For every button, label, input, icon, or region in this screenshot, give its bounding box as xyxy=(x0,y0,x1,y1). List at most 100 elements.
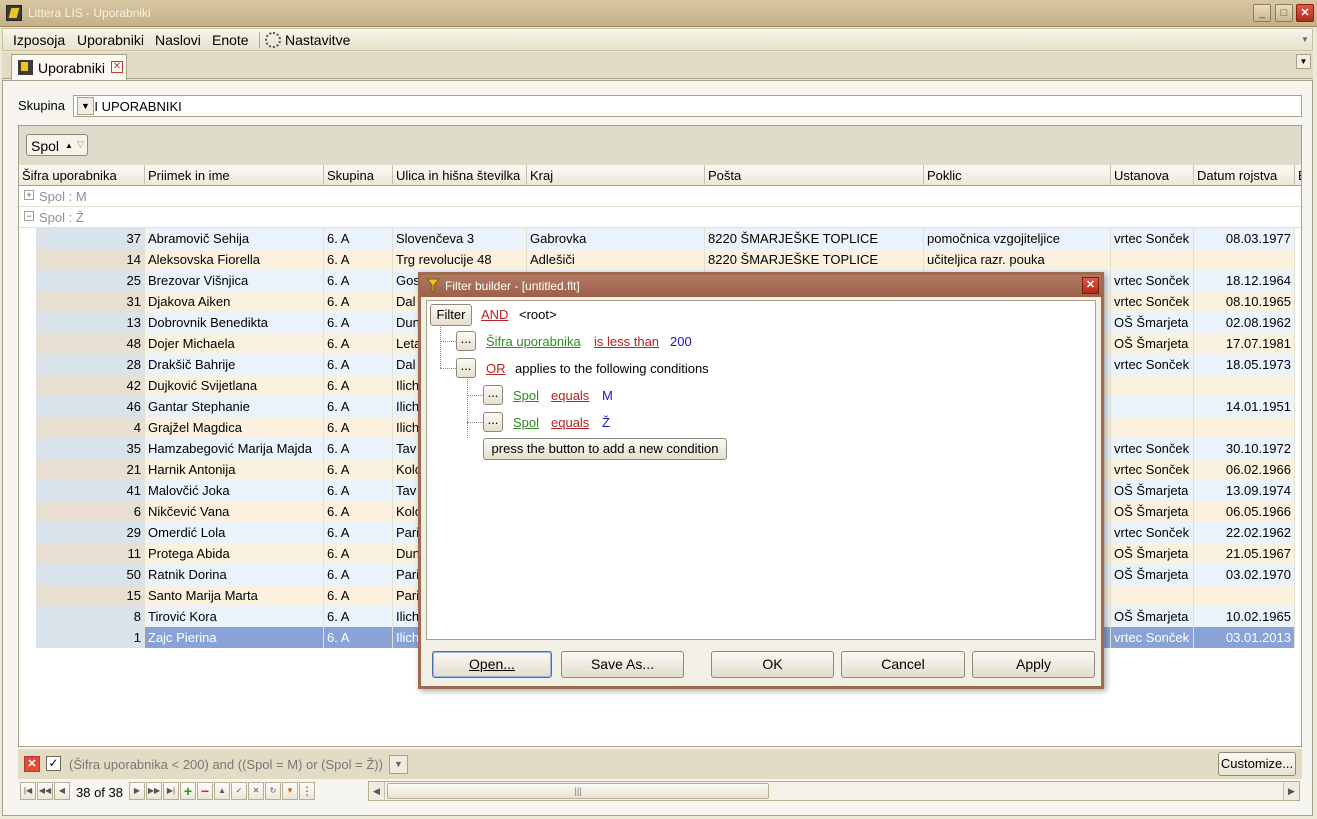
table-cell[interactable]: 6. A xyxy=(324,249,393,270)
table-cell[interactable]: 18.05.1973 xyxy=(1194,354,1295,375)
nav-prev-page-icon[interactable]: ◀◀ xyxy=(37,782,53,800)
condition-menu-button[interactable]: ... xyxy=(483,385,503,405)
table-row[interactable]: 37 Abramovič Sehija 6. A Slovenčeva 3 Gabrov… xyxy=(19,228,1301,249)
table-cell[interactable]: Harnik Antonija xyxy=(145,459,324,480)
column-header[interactable]: Skupina xyxy=(324,165,393,186)
table-cell[interactable]: 6. A xyxy=(324,270,393,291)
tab-close-icon[interactable]: ✕ xyxy=(111,61,123,73)
table-cell[interactable] xyxy=(1194,249,1295,270)
table-cell[interactable]: 21.05.1967 xyxy=(1194,543,1295,564)
table-cell[interactable]: vrtec Sonček xyxy=(1111,522,1194,543)
table-cell[interactable]: 6. A xyxy=(324,228,393,249)
table-cell[interactable]: vrtec Sonček xyxy=(1111,438,1194,459)
clear-filter-icon[interactable]: ✕ xyxy=(24,756,40,772)
table-cell[interactable] xyxy=(1111,249,1194,270)
table-cell[interactable]: Ratnik Dorina xyxy=(145,564,324,585)
table-cell[interactable]: pomočnica vzgojiteljice xyxy=(924,228,1111,249)
table-cell[interactable]: 6. A xyxy=(324,438,393,459)
menu-nastavitve[interactable]: Nastavitve xyxy=(265,32,350,48)
table-cell[interactable]: 28 xyxy=(36,354,145,375)
table-cell[interactable]: 03.01.2013 xyxy=(1194,627,1295,648)
horizontal-scrollbar[interactable]: ◀ ||| ▶ xyxy=(368,781,1300,801)
table-cell[interactable]: 6. A xyxy=(324,354,393,375)
table-cell[interactable]: Drakšič Bahrije xyxy=(145,354,324,375)
table-cell[interactable]: 41 xyxy=(36,480,145,501)
nav-first-icon[interactable]: |◀ xyxy=(20,782,36,800)
table-cell[interactable]: 02.08.1962 xyxy=(1194,312,1295,333)
table-cell[interactable]: 25 xyxy=(36,270,145,291)
condition-field-link[interactable]: Spol xyxy=(513,415,539,430)
table-cell[interactable]: 1 xyxy=(36,627,145,648)
table-cell[interactable]: 6. A xyxy=(324,375,393,396)
save-as-button[interactable]: Save As... xyxy=(561,651,684,678)
column-header[interactable]: Ustanova xyxy=(1111,165,1194,186)
table-cell[interactable]: učiteljica razr. pouka xyxy=(924,249,1111,270)
column-header[interactable]: Pošta xyxy=(705,165,924,186)
filter-history-dropdown-icon[interactable]: ▼ xyxy=(389,755,408,774)
add-condition-button[interactable]: press the button to add a new condition xyxy=(483,438,727,460)
table-cell[interactable]: 10.02.1965 xyxy=(1194,606,1295,627)
or-operator-link[interactable]: OR xyxy=(486,361,506,376)
table-cell[interactable]: Malovčić Joka xyxy=(145,480,324,501)
table-cell[interactable]: 13 xyxy=(36,312,145,333)
table-cell[interactable]: 6. A xyxy=(324,501,393,522)
table-cell[interactable]: 4 xyxy=(36,417,145,438)
condition-value[interactable]: 200 xyxy=(670,334,692,349)
nav-refresh-icon[interactable]: ↻ xyxy=(265,782,281,800)
table-cell[interactable]: vrtec Sonček xyxy=(1111,228,1194,249)
table-cell[interactable]: 11 xyxy=(36,543,145,564)
close-window-button[interactable]: ✕ xyxy=(1296,4,1314,22)
table-cell[interactable]: 06.05.1966 xyxy=(1194,501,1295,522)
table-cell[interactable]: OŠ Šmarjeta xyxy=(1111,480,1194,501)
table-cell[interactable]: 22.02.1962 xyxy=(1194,522,1295,543)
menu-uporabniki[interactable]: Uporabniki xyxy=(77,32,144,48)
nav-cancel-icon[interactable]: ✕ xyxy=(248,782,264,800)
column-header[interactable]: E xyxy=(1295,165,1301,186)
group-menu-button[interactable]: ... xyxy=(456,358,476,378)
condition-menu-button[interactable]: ... xyxy=(483,412,503,432)
table-cell[interactable]: 18.12.1964 xyxy=(1194,270,1295,291)
table-cell[interactable]: Aleksovska Fiorella xyxy=(145,249,324,270)
nav-prev-icon[interactable]: ◀ xyxy=(54,782,70,800)
table-cell[interactable]: OŠ Šmarjeta xyxy=(1111,606,1194,627)
table-cell[interactable]: Santo Marija Marta xyxy=(145,585,324,606)
table-cell[interactable]: Nikčević Vana xyxy=(145,501,324,522)
nav-insert-icon[interactable]: + xyxy=(180,782,196,800)
table-cell[interactable]: 13.09.1974 xyxy=(1194,480,1295,501)
condition-operator-link[interactable]: is less than xyxy=(594,334,659,349)
scroll-left-icon[interactable]: ◀ xyxy=(369,782,385,800)
table-cell[interactable]: 48 xyxy=(36,333,145,354)
skupina-select[interactable]: VSI UPORABNIKI ▼ xyxy=(73,95,1302,117)
menu-enote[interactable]: Enote xyxy=(212,32,249,48)
table-cell[interactable]: Tirović Kora xyxy=(145,606,324,627)
condition-value[interactable]: Ž xyxy=(602,415,610,430)
nav-post-icon[interactable]: ✓ xyxy=(231,782,247,800)
column-header[interactable]: Šifra uporabnika xyxy=(19,165,145,186)
and-operator-link[interactable]: AND xyxy=(481,307,508,322)
table-cell[interactable]: 6 xyxy=(36,501,145,522)
group-row-z[interactable]: − Spol : Ž xyxy=(19,207,1301,228)
filter-icon[interactable]: ▽ xyxy=(77,139,84,150)
table-cell[interactable]: 29 xyxy=(36,522,145,543)
condition-field-link[interactable]: Spol xyxy=(513,388,539,403)
table-cell[interactable]: 08.10.1965 xyxy=(1194,291,1295,312)
group-row-m[interactable]: + Spol : M xyxy=(19,186,1301,207)
ok-button[interactable]: OK xyxy=(711,651,834,678)
filter-active-checkbox[interactable]: ✓ xyxy=(46,756,61,771)
table-cell[interactable]: 6. A xyxy=(324,606,393,627)
nav-edit-icon[interactable]: ▲ xyxy=(214,782,230,800)
column-header[interactable]: Priimek in ime xyxy=(145,165,324,186)
nav-next-page-icon[interactable]: ▶▶ xyxy=(146,782,162,800)
menu-naslovi[interactable]: Naslovi xyxy=(155,32,201,48)
table-cell[interactable]: Omerdić Lola xyxy=(145,522,324,543)
condition-value[interactable]: M xyxy=(602,388,613,403)
table-cell[interactable] xyxy=(1111,585,1194,606)
condition-operator-link[interactable]: equals xyxy=(551,415,589,430)
table-cell[interactable]: 50 xyxy=(36,564,145,585)
table-cell[interactable]: 6. A xyxy=(324,312,393,333)
table-cell[interactable]: 6. A xyxy=(324,459,393,480)
table-cell[interactable]: 35 xyxy=(36,438,145,459)
apply-button[interactable]: Apply xyxy=(972,651,1095,678)
table-cell[interactable]: 8 xyxy=(36,606,145,627)
table-cell[interactable]: OŠ Šmarjeta xyxy=(1111,543,1194,564)
